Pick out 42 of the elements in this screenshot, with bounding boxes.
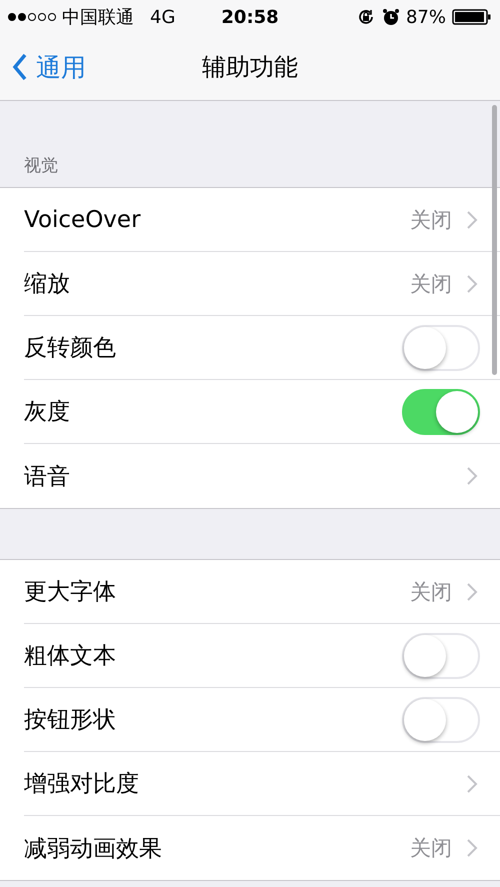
settings-row[interactable]: 反转颜色	[24, 316, 500, 380]
row-label: 减弱动画效果	[24, 834, 162, 864]
section-header: 视觉	[24, 155, 58, 177]
chevron-left-icon	[12, 53, 28, 81]
row-label: 缩放	[24, 270, 70, 299]
carrier-name: 中国联通	[62, 6, 134, 29]
clock: 20:58	[221, 6, 279, 28]
row-label: 按钮形状	[24, 706, 116, 735]
settings-row[interactable]: 语音	[24, 444, 500, 508]
settings-row[interactable]: 灰度	[24, 380, 500, 444]
network-type: 4G	[150, 6, 176, 28]
signal-icon	[8, 13, 56, 21]
chevron-right-icon	[466, 838, 478, 858]
row-value: 关闭	[410, 270, 452, 298]
battery-percent: 87%	[406, 6, 446, 28]
row-label: VoiceOver	[24, 206, 141, 232]
page-title: 辅助功能	[202, 52, 298, 83]
settings-row[interactable]: VoiceOver 关闭	[24, 188, 500, 252]
row-label: 反转颜色	[24, 334, 116, 363]
settings-row[interactable]: 按钮形状	[24, 688, 500, 752]
chevron-right-icon	[466, 774, 478, 794]
chevron-right-icon	[466, 274, 478, 294]
settings-row[interactable]: 缩放 关闭	[24, 252, 500, 316]
chevron-right-icon	[466, 466, 478, 486]
row-label: 粗体文本	[24, 642, 116, 671]
row-label: 增强对比度	[24, 770, 139, 799]
chevron-right-icon	[466, 582, 478, 602]
chevron-right-icon	[466, 210, 478, 230]
back-button[interactable]: 通用	[0, 50, 86, 84]
row-label: 灰度	[24, 398, 70, 427]
battery-icon	[452, 8, 492, 26]
row-value: 关闭	[410, 206, 452, 234]
toggle-switch[interactable]	[402, 388, 480, 434]
settings-row[interactable]: 增强对比度	[24, 752, 500, 816]
settings-row[interactable]: 粗体文本	[24, 624, 500, 688]
alarm-icon	[382, 8, 400, 26]
settings-row[interactable]: 更大字体 关闭	[24, 560, 500, 624]
settings-row[interactable]: 减弱动画效果 关闭	[24, 816, 500, 880]
row-value: 关闭	[410, 835, 452, 862]
row-label: 更大字体	[24, 578, 116, 607]
row-value: 关闭	[410, 578, 452, 606]
row-label: 语音	[24, 462, 70, 492]
